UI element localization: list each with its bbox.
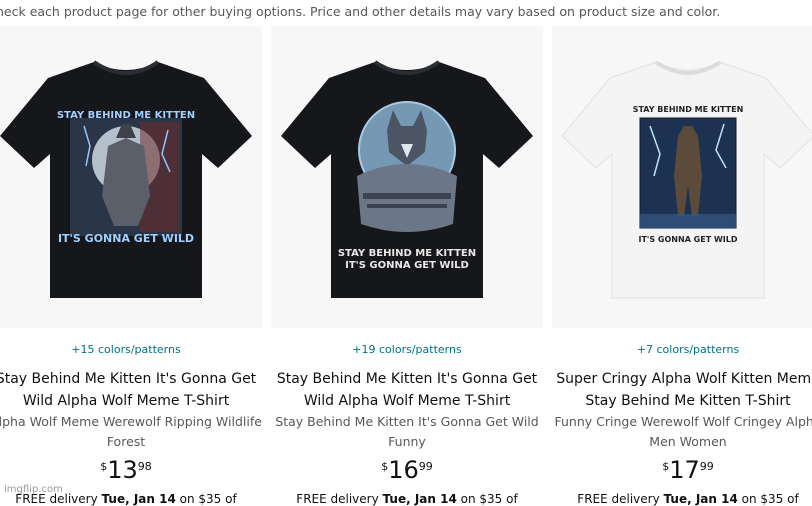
product-title[interactable]: Stay Behind Me Kitten It's Gonna Get Wil… (0, 368, 262, 412)
delivery-info: FREE delivery Tue, Jan 14 on $35 of (552, 492, 812, 506)
shirt-print-top: STAY BEHIND ME KITTEN (338, 248, 476, 259)
price-symbol: $ (100, 460, 108, 473)
price-fraction: 99 (418, 460, 433, 473)
shirt-print-bottom: IT'S GONNA GET WILD (345, 260, 469, 271)
price-fraction: 98 (137, 460, 152, 473)
product-image[interactable]: STAY BEHIND ME KITTEN IT'S GONNA GET WIL… (0, 26, 262, 328)
delivery-suffix: on $35 of (456, 492, 518, 506)
colors-link[interactable]: +19 colors/patterns (271, 343, 543, 356)
delivery-date: Tue, Jan 14 (101, 492, 176, 506)
shirt-print-bottom: IT'S GONNA GET WILD (639, 235, 738, 244)
product-price: $1699 (271, 458, 543, 482)
product-price: $1799 (552, 458, 812, 482)
colors-link[interactable]: +15 colors/patterns (0, 343, 262, 356)
product-title[interactable]: Super Cringy Alpha Wolf Kitten Meme Stay… (552, 368, 812, 412)
price-notice: heck each product page for other buying … (0, 4, 721, 19)
product-card[interactable]: STAY BEHIND ME KITTEN IT'S GONNA GET WIL… (271, 26, 543, 506)
delivery-prefix: FREE delivery (296, 492, 383, 506)
colors-link[interactable]: +7 colors/patterns (552, 343, 812, 356)
delivery-date: Tue, Jan 14 (382, 492, 457, 506)
price-symbol: $ (662, 460, 670, 473)
product-title-line[interactable]: Wild Alpha Wolf Meme T-Shirt (0, 390, 262, 412)
product-subtitle-line: Men Women (649, 434, 727, 449)
delivery-suffix: on $35 of (175, 492, 237, 506)
product-image[interactable]: STAY BEHIND ME KITTEN IT'S GONNA GET WIL… (552, 26, 812, 328)
price-symbol: $ (381, 460, 389, 473)
shirt-print-bottom: IT'S GONNA GET WILD (58, 232, 194, 245)
product-subtitle-line: Funny (388, 434, 426, 449)
product-card[interactable]: STAY BEHIND ME KITTEN IT'S GONNA GET WIL… (0, 26, 262, 506)
shirt-print-top: STAY BEHIND ME KITTEN (633, 105, 744, 114)
product-title-line[interactable]: Wild Alpha Wolf Meme T-Shirt (271, 390, 543, 412)
delivery-suffix: on $35 of (737, 492, 799, 506)
product-title-line[interactable]: Super Cringy Alpha Wolf Kitten Meme (552, 368, 812, 390)
delivery-prefix: FREE delivery (577, 492, 664, 506)
product-image[interactable]: STAY BEHIND ME KITTEN IT'S GONNA GET WIL… (271, 26, 543, 328)
shirt-print-top: STAY BEHIND ME KITTEN (57, 110, 195, 121)
delivery-date: Tue, Jan 14 (663, 492, 738, 506)
delivery-info: FREE delivery Tue, Jan 14 on $35 of (271, 492, 543, 506)
product-subtitle-line: Forest (106, 434, 146, 449)
product-subtitle: Alpha Wolf Meme Werewolf Ripping Wildlif… (0, 412, 262, 452)
product-price: $1398 (0, 458, 262, 482)
price-whole: 17 (669, 456, 700, 484)
price-fraction: 99 (699, 460, 714, 473)
product-grid: STAY BEHIND ME KITTEN IT'S GONNA GET WIL… (0, 26, 812, 506)
product-title[interactable]: Stay Behind Me Kitten It's Gonna Get Wil… (271, 368, 543, 412)
product-subtitle: Funny Cringe Werewolf Wolf Cringey Alpha… (552, 412, 812, 452)
product-title-line[interactable]: Stay Behind Me Kitten T-Shirt (552, 390, 812, 412)
price-whole: 13 (107, 456, 138, 484)
imgflip-watermark: imgflip.com (4, 484, 63, 495)
product-title-line[interactable]: Stay Behind Me Kitten It's Gonna Get (271, 368, 543, 390)
product-subtitle: Stay Behind Me Kitten It's Gonna Get Wil… (271, 412, 543, 452)
product-subtitle-line: Alpha Wolf Meme Werewolf Ripping Wildlif… (0, 414, 262, 429)
product-card[interactable]: STAY BEHIND ME KITTEN IT'S GONNA GET WIL… (552, 26, 812, 506)
product-subtitle-line: Stay Behind Me Kitten It's Gonna Get Wil… (275, 414, 539, 429)
product-subtitle-line: Funny Cringe Werewolf Wolf Cringey Alpha (554, 414, 812, 429)
product-title-line[interactable]: Stay Behind Me Kitten It's Gonna Get (0, 368, 262, 390)
price-whole: 16 (388, 456, 419, 484)
